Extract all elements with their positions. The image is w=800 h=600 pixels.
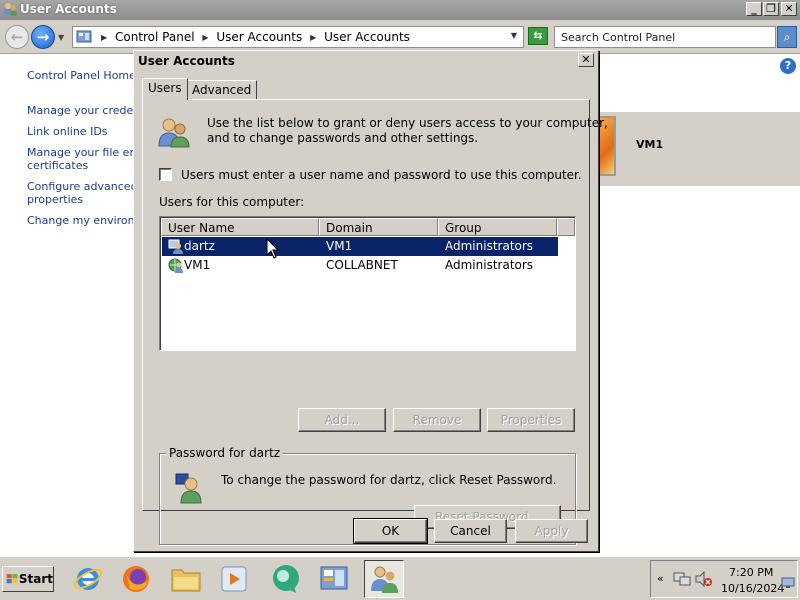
table-row[interactable]: dartz VM1 Administrators: [162, 237, 558, 256]
taskbar-app-internet-explorer[interactable]: [68, 560, 108, 598]
user-accounts-icon: [371, 566, 398, 593]
file-explorer-icon: [171, 569, 201, 592]
column-header-filler: [557, 218, 575, 236]
column-header-domain[interactable]: Domain: [319, 218, 438, 236]
add-user-button[interactable]: Add...: [298, 408, 386, 432]
breadcrumb-arrow-icon: ▶: [310, 33, 317, 42]
back-arrow-icon: ←: [10, 28, 24, 46]
users-list[interactable]: User Name Domain Group dartz VM1 Adminis…: [159, 216, 576, 351]
start-button[interactable]: Start: [2, 566, 54, 592]
cell-user-name: dartz: [184, 239, 215, 253]
taskbar: Start « 7:20 PM 10/16/2024: [0, 556, 800, 600]
properties-button[interactable]: Properties: [487, 408, 575, 432]
forward-button[interactable]: →: [31, 25, 55, 49]
taskbar-app-control-panel[interactable]: [314, 560, 354, 598]
password-instruction-text: To change the password for dartz, click …: [221, 473, 557, 487]
clock-date[interactable]: 10/16/2024: [721, 582, 784, 595]
breadcrumb-arrow-icon: ▶: [202, 33, 209, 42]
cell-group: Administrators: [445, 239, 534, 253]
breadcrumb-user-accounts-current[interactable]: User Accounts: [324, 30, 410, 44]
sidebar-link-advanced-properties[interactable]: Configure advanced u: [27, 180, 148, 193]
taskbar-app-user-accounts[interactable]: [364, 560, 404, 598]
user-password-icon: [175, 473, 202, 504]
system-tray: « 7:20 PM 10/16/2024: [650, 560, 798, 598]
dialog-title: User Accounts: [136, 53, 596, 71]
sidebar-link-advanced-properties-cont[interactable]: properties: [27, 193, 83, 206]
chat-bubble-icon: [273, 565, 299, 593]
refresh-icon: ⇆: [533, 29, 543, 42]
intro-text-line-2: and to change passwords and other settin…: [207, 131, 479, 145]
explorer-titlebar: User Accounts _ ❐ ✕: [0, 0, 800, 20]
search-icon: ⌕: [783, 30, 791, 44]
breadcrumb-arrow-icon: ▶: [101, 33, 108, 42]
search-button[interactable]: ⌕: [777, 26, 797, 48]
refresh-button[interactable]: ⇆: [528, 27, 548, 45]
dialog-close-button[interactable]: ✕: [578, 53, 594, 67]
minimize-button[interactable]: _: [746, 2, 762, 16]
search-input[interactable]: Search Control Panel: [554, 26, 776, 48]
window-title: User Accounts: [20, 2, 117, 16]
sidebar-link-manage-credentials[interactable]: Manage your credenti: [27, 104, 148, 117]
remove-user-button[interactable]: Remove: [393, 408, 481, 432]
users-list-label: Users for this computer:: [159, 195, 305, 209]
table-row[interactable]: VM1 COLLABNET Administrators: [162, 256, 558, 275]
column-header-group[interactable]: Group: [438, 218, 557, 236]
firefox-icon: [123, 566, 149, 592]
restore-button[interactable]: ❐: [763, 2, 779, 16]
require-password-label[interactable]: Users must enter a user name and passwor…: [181, 168, 582, 182]
mouse-cursor-icon: [266, 238, 280, 259]
sidebar-link-online-ids[interactable]: Link online IDs: [27, 125, 108, 138]
user-icon: [168, 239, 183, 254]
tab-users[interactable]: Users: [142, 78, 188, 100]
address-toolbar: ← → ▼ ▶ Control Panel ▶ User Accounts ▶ …: [0, 20, 800, 54]
breadcrumb-control-panel[interactable]: Control Panel: [115, 30, 195, 44]
breadcrumb-user-accounts[interactable]: User Accounts: [216, 30, 302, 44]
media-player-icon: [221, 566, 247, 592]
sidebar-link-file-encryption[interactable]: Manage your file encr: [27, 146, 147, 159]
sidebar-link-file-encryption-cont[interactable]: certificates: [27, 159, 88, 172]
control-panel-icon: [76, 30, 92, 43]
tray-expand-icon[interactable]: «: [657, 572, 664, 585]
help-icon[interactable]: ?: [780, 58, 796, 74]
cell-domain: VM1: [326, 239, 353, 253]
users-group-icon: [158, 118, 190, 148]
volume-muted-icon[interactable]: [695, 571, 713, 587]
cancel-button[interactable]: Cancel: [434, 519, 507, 543]
cell-user-name: VM1: [184, 258, 211, 272]
password-group-legend: Password for dartz: [166, 446, 284, 460]
tab-advanced[interactable]: Advanced: [186, 80, 258, 100]
clock-time[interactable]: 7:20 PM: [729, 566, 773, 579]
taskbar-app-media-player[interactable]: [214, 560, 254, 598]
forward-arrow-icon: →: [36, 28, 50, 46]
user-tile-name: VM1: [636, 138, 664, 151]
taskbar-app-firefox[interactable]: [116, 560, 156, 598]
cell-domain: COLLABNET: [326, 258, 398, 272]
start-label: Start: [18, 572, 53, 586]
require-password-checkbox[interactable]: [159, 168, 172, 181]
network-icon[interactable]: [673, 571, 691, 587]
close-window-button[interactable]: ✕: [781, 2, 797, 16]
windows-logo-icon: [6, 573, 18, 584]
back-button[interactable]: ←: [5, 25, 29, 49]
taskbar-app-file-explorer[interactable]: [166, 560, 206, 598]
history-dropdown-icon[interactable]: ▼: [58, 33, 64, 42]
sidebar-link-control-panel-home[interactable]: Control Panel Home: [27, 69, 136, 82]
user-accounts-dialog: User Accounts ✕ Users Advanced Use the l…: [133, 50, 608, 552]
control-panel-icon: [320, 566, 348, 590]
users-tab-panel: Use the list below to grant or deny user…: [142, 99, 608, 545]
apply-button[interactable]: Apply: [515, 519, 588, 543]
column-header-user-name[interactable]: User Name: [161, 218, 319, 236]
show-desktop-icon[interactable]: [781, 577, 795, 589]
intro-text-line-1: Use the list below to grant or deny user…: [207, 116, 608, 130]
address-bar[interactable]: ▶ Control Panel ▶ User Accounts ▶ User A…: [72, 26, 524, 48]
internet-explorer-icon: [73, 568, 103, 590]
user-accounts-icon: [4, 3, 17, 16]
taskbar-app-chat[interactable]: [266, 560, 306, 598]
user-tile: VM1: [596, 112, 800, 186]
domain-user-icon: [168, 258, 183, 273]
ok-button[interactable]: OK: [353, 518, 428, 544]
address-dropdown-icon[interactable]: ▼: [511, 31, 517, 40]
cell-group: Administrators: [445, 258, 534, 272]
